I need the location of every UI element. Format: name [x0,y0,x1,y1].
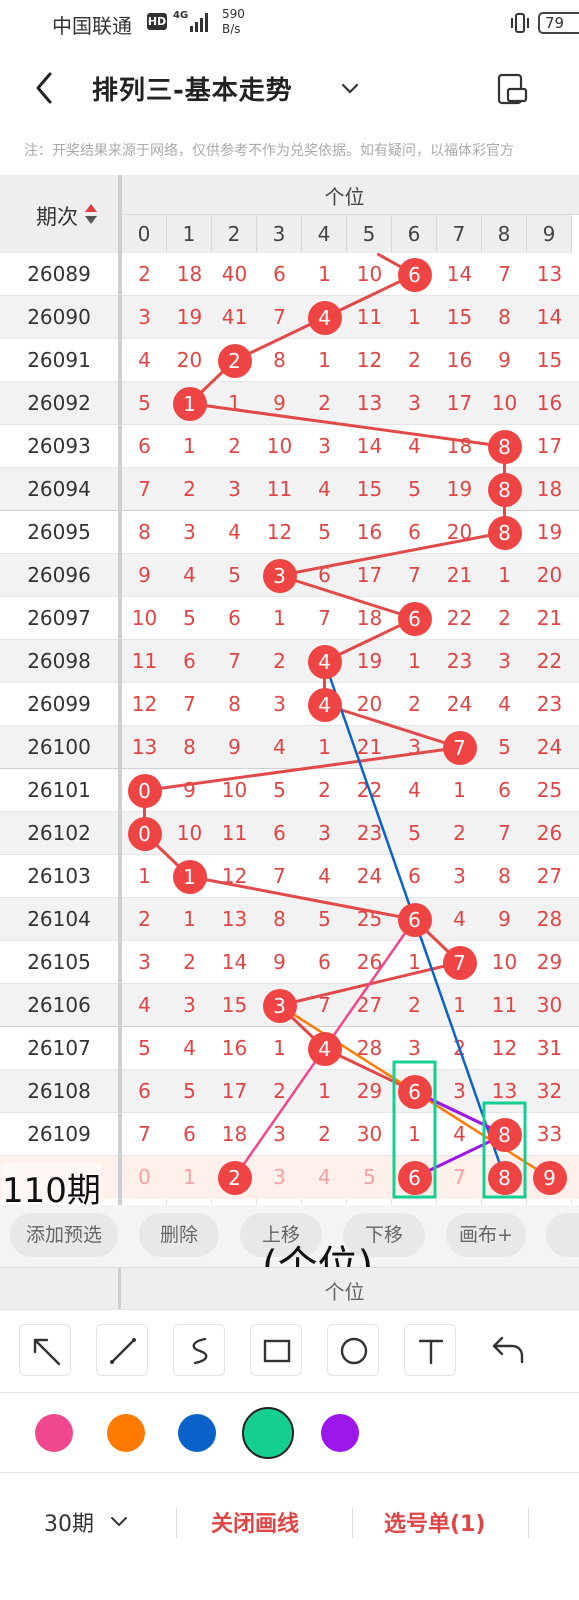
text-tool[interactable] [404,1324,456,1376]
add-preselect-button[interactable]: 添加预选 [10,1213,118,1257]
winning-number-ball[interactable]: 7 [442,945,477,980]
prediction-ball[interactable]: 2 [217,1160,252,1195]
battery-icon: 79 [538,12,579,34]
color-swatch[interactable] [321,1414,359,1452]
color-palette [0,1393,579,1473]
arrow-tool[interactable] [19,1324,71,1376]
signal-icon [190,12,212,32]
undo-icon[interactable] [482,1324,534,1376]
winning-number-ball[interactable]: 4 [307,644,342,679]
line-tool[interactable] [96,1324,148,1376]
color-swatch[interactable] [242,1407,294,1459]
winning-number-ball[interactable]: 7 [442,730,477,765]
trend-line-segment [323,703,461,749]
curve-tool[interactable] [173,1324,225,1376]
winning-number-ball[interactable]: 0 [127,816,162,851]
page-title[interactable]: 排列三-基本走势 [92,70,293,107]
trend-line-segment [188,875,416,921]
winning-number-ball[interactable]: 8 [487,515,522,550]
winning-number-ball[interactable]: 1 [172,386,207,421]
period-count-select[interactable]: 30期 [44,1506,94,1538]
winning-number-ball[interactable]: 0 [127,773,162,808]
carrier-name: 中国联通 [52,14,132,38]
title-bar: 排列三-基本走势 [0,48,579,128]
trend-line-segment [143,746,461,792]
network-speed: 590 B/s [222,7,245,36]
network-type: 4G [173,10,189,21]
rectangle-tool[interactable] [250,1324,302,1376]
trend-chart: 期次 个位 0 1 2 3 4 5 6 7 8 9 26089 2 18 40 6 1 10 14 7 13 26090… [0,175,579,1205]
footer-column-header: 个位 [0,1267,579,1310]
color-swatch[interactable] [107,1414,145,1452]
winning-number-ball[interactable]: 6 [397,601,432,636]
vibrate-icon [511,13,529,33]
trend-line-segment [188,402,506,448]
winning-number-ball[interactable]: 8 [487,429,522,464]
prediction-ball[interactable]: 9 [532,1160,567,1195]
color-swatch[interactable] [178,1414,216,1452]
canvas-add-button[interactable]: 画布+ [446,1213,526,1257]
arrow-icon [33,1338,61,1366]
drawing-toolbar [0,1309,579,1393]
winning-number-ball[interactable]: 4 [307,300,342,335]
winning-number-ball[interactable]: 8 [487,472,522,507]
color-swatch[interactable] [35,1414,73,1452]
winning-number-ball[interactable]: 2 [217,343,252,378]
trend-line-segment [278,574,416,620]
trend-line-segment [278,531,506,577]
close-lines-button[interactable]: 关闭画线 [211,1506,299,1538]
hd-badge: HD [147,13,167,30]
winning-number-ball[interactable]: 4 [307,1031,342,1066]
prediction-ball[interactable]: 8 [487,1160,522,1195]
winning-number-ball[interactable]: 3 [262,988,297,1023]
circle-icon [340,1337,368,1365]
prediction-label: 110期 [2,1163,101,1205]
chevron-down-icon[interactable] [108,1510,130,1532]
curve-icon [192,1337,208,1365]
selection-list-button[interactable]: 选号单(1) [384,1506,485,1538]
winning-number-ball[interactable]: 6 [397,257,432,292]
chevron-down-icon[interactable] [338,76,362,100]
bottom-bar: 30期 关闭画线 选号单(1) [0,1474,579,1600]
winning-number-ball[interactable]: 8 [487,1117,522,1152]
winning-number-ball[interactable]: 1 [172,859,207,894]
line-icon [110,1338,136,1364]
delete-button[interactable]: 删除 [139,1213,219,1257]
back-icon[interactable] [28,68,64,108]
screen-rotate-icon[interactable] [494,70,530,106]
prediction-ball[interactable]: 6 [397,1160,432,1195]
winning-number-ball[interactable]: 6 [397,1074,432,1109]
more-action-button[interactable] [546,1213,579,1257]
rectangle-icon [263,1339,291,1363]
winning-number-ball[interactable]: 4 [307,687,342,722]
winning-number-ball[interactable]: 3 [262,558,297,593]
drawn-lines [143,253,551,1199]
status-bar: 中国联通 HD 4G 590 B/s 79 [0,0,579,48]
winning-number-ball[interactable]: 6 [397,902,432,937]
circle-tool[interactable] [327,1324,379,1376]
footer-section-title: 个位 [324,1280,365,1304]
disclaimer-notice: 注：开奖结果来源于网络，仅供参考不作为兑奖依据。如有疑问，以福体彩官方 [24,143,514,159]
text-icon [418,1339,444,1365]
